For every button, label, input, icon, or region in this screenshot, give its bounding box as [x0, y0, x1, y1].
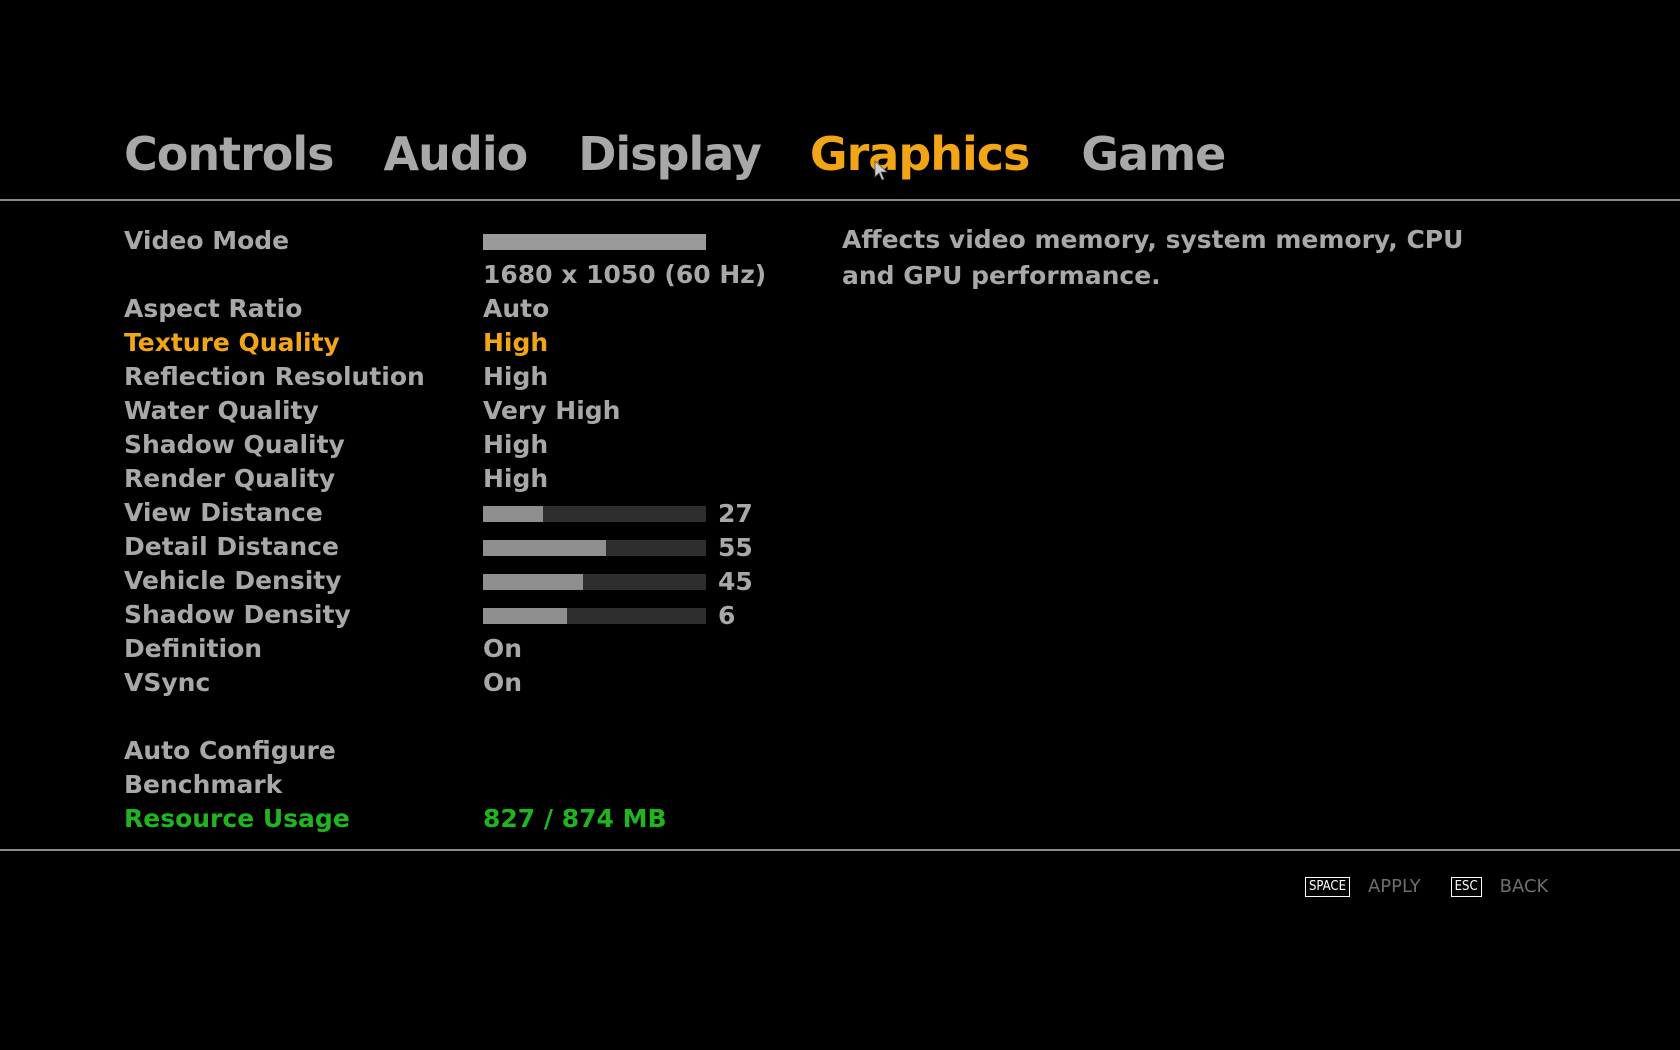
shadow-density-slider[interactable] — [483, 608, 706, 624]
setting-description: Affects video memory, system memory, CPU… — [842, 225, 1464, 290]
tab-display[interactable]: Display — [578, 122, 762, 186]
setting-value: On — [483, 634, 523, 663]
setting-detail-distance[interactable]: Detail Distance 55 — [124, 530, 804, 564]
apply-button[interactable]: APPLY — [1368, 877, 1421, 897]
setting-label: Definition — [124, 634, 263, 663]
setting-label: Auto Configure — [124, 736, 336, 765]
setting-vsync[interactable]: VSync On — [124, 666, 804, 700]
setting-water-quality[interactable]: Water Quality Very High — [124, 394, 804, 428]
setting-label: Reflection Resolution — [124, 362, 425, 391]
slider-fill — [483, 608, 567, 624]
space-key-icon[interactable]: SPACE — [1305, 877, 1350, 897]
setting-value: 1680 x 1050 (60 Hz) — [483, 260, 767, 289]
setting-value: High — [483, 362, 549, 391]
setting-label: Texture Quality — [124, 328, 340, 357]
setting-label: Water Quality — [124, 396, 319, 425]
tab-audio[interactable]: Audio — [384, 122, 529, 186]
setting-label: Benchmark — [124, 770, 283, 799]
view-distance-slider[interactable] — [483, 506, 706, 522]
setting-shadow-quality[interactable]: Shadow Quality High — [124, 428, 804, 462]
setting-label: Shadow Density — [124, 600, 351, 629]
setting-value: High — [483, 430, 549, 459]
slider-fill — [483, 506, 544, 522]
setting-label: Shadow Quality — [124, 430, 345, 459]
setting-definition[interactable]: Definition On — [124, 632, 804, 666]
tab-game[interactable]: Game — [1081, 122, 1226, 186]
mouse-cursor-icon — [874, 160, 889, 181]
slider-value: 6 — [718, 601, 736, 630]
setting-label: View Distance — [124, 498, 323, 527]
back-button[interactable]: BACK — [1500, 877, 1549, 897]
footer-controls: SPACE APPLY ESC BACK — [1305, 877, 1548, 897]
setting-value: Very High — [483, 396, 621, 425]
setting-view-distance[interactable]: View Distance 27 — [124, 496, 804, 530]
setting-label: Vehicle Density — [124, 566, 342, 595]
graphics-settings-screen: Controls Audio Display Graphics Game Vid… — [0, 0, 1680, 1050]
top-divider — [0, 199, 1680, 201]
bottom-divider — [0, 849, 1680, 851]
setting-label: Video Mode — [124, 226, 290, 255]
slider-value: 55 — [718, 533, 753, 562]
setting-label: Resource Usage — [124, 804, 350, 833]
setting-reflection-resolution[interactable]: Reflection Resolution High — [124, 360, 804, 394]
setting-render-quality[interactable]: Render Quality High — [124, 462, 804, 496]
setting-value: Auto — [483, 294, 550, 323]
setting-label: VSync — [124, 668, 211, 697]
auto-configure-button[interactable]: Auto Configure — [124, 734, 804, 768]
menu-tabs: Controls Audio Display Graphics Game — [124, 122, 1226, 186]
esc-key-icon[interactable]: ESC — [1450, 877, 1482, 897]
setting-vehicle-density[interactable]: Vehicle Density 45 — [124, 564, 804, 598]
setting-label: Render Quality — [124, 464, 336, 493]
setting-shadow-density[interactable]: Shadow Density 6 — [124, 598, 804, 632]
video-mode-selector-bar[interactable] — [483, 234, 706, 250]
setting-value: High — [483, 328, 549, 357]
slider-value: 45 — [718, 567, 753, 596]
setting-label: Detail Distance — [124, 532, 339, 561]
resource-usage-value: 827 / 874 MB — [483, 804, 667, 833]
benchmark-button[interactable]: Benchmark — [124, 768, 804, 802]
resource-usage: Resource Usage 827 / 874 MB — [124, 802, 804, 836]
slider-value: 27 — [718, 499, 753, 528]
setting-aspect-ratio[interactable]: Aspect Ratio Auto — [124, 292, 804, 326]
setting-video-mode[interactable]: Video Mode 1680 x 1050 (60 Hz) — [124, 224, 804, 292]
tab-controls[interactable]: Controls — [124, 122, 335, 186]
setting-value: On — [483, 668, 523, 697]
detail-distance-slider[interactable] — [483, 540, 706, 556]
setting-label: Aspect Ratio — [124, 294, 303, 323]
tab-graphics[interactable]: Graphics — [810, 122, 1031, 186]
slider-fill — [483, 540, 606, 556]
vehicle-density-slider[interactable] — [483, 574, 706, 590]
setting-texture-quality[interactable]: Texture Quality High — [124, 326, 804, 360]
slider-fill — [483, 574, 584, 590]
setting-value: High — [483, 464, 549, 493]
